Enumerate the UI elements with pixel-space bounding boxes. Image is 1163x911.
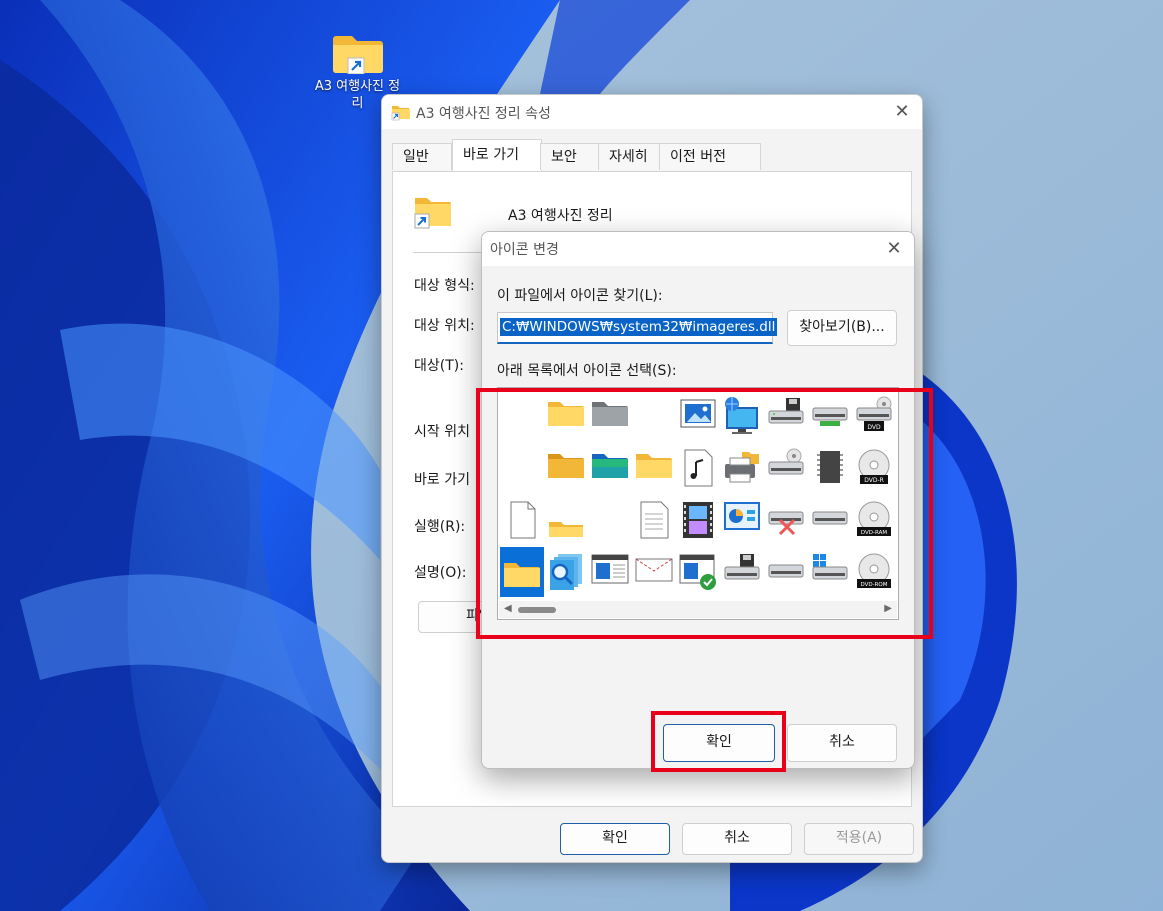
properties-title: A3 여행사진 정리 속성	[416, 106, 551, 122]
target-label: 대상(T):	[414, 358, 464, 374]
tab-details[interactable]: 자세히	[598, 143, 662, 170]
comment-label: 설명(O):	[414, 565, 467, 581]
ok-button[interactable]: 확인	[560, 823, 670, 855]
shortcut-name: A3 여행사진 정리	[508, 208, 613, 224]
tab-previous-versions[interactable]: 이전 버전	[659, 143, 761, 170]
change-icon-titlebar[interactable]: 아이콘 변경 ✕	[482, 232, 914, 266]
run-label: 실행(R):	[414, 519, 466, 535]
file-path-value: C:₩WINDOWS₩system32₩imageres.dll	[500, 318, 778, 336]
tab-shortcut[interactable]: 바로 가기	[452, 139, 542, 171]
ok-button-highlight	[651, 711, 786, 772]
tab-security[interactable]: 보안	[540, 143, 600, 170]
icon-list-label: 아래 목록에서 아이콘 선택(S):	[497, 363, 677, 379]
shortcut-key-label: 바로 가기	[414, 472, 470, 488]
browse-button[interactable]: 찾아보기(B)...	[787, 310, 897, 346]
apply-button[interactable]: 적용(A)	[804, 823, 914, 855]
folder-shortcut-icon	[391, 106, 410, 121]
file-path-input[interactable]: C:₩WINDOWS₩system32₩imageres.dll	[497, 312, 778, 344]
icon-list-highlight	[476, 388, 933, 639]
file-path-label: 이 파일에서 아이콘 찾기(L):	[497, 288, 663, 304]
cancel-button[interactable]: 취소	[682, 823, 792, 855]
target-type-label: 대상 형식:	[414, 278, 475, 294]
folder-shortcut-icon	[332, 36, 383, 74]
change-icon-title: 아이콘 변경	[490, 242, 559, 258]
tab-general[interactable]: 일반	[392, 143, 452, 170]
close-icon[interactable]: ✕	[888, 98, 916, 126]
dialog-cancel-button[interactable]: 취소	[787, 724, 897, 762]
folder-shortcut-icon	[414, 198, 451, 229]
close-icon[interactable]: ✕	[880, 235, 908, 263]
target-location-label: 대상 위치:	[414, 318, 475, 334]
properties-titlebar[interactable]: A3 여행사진 정리 속성 ✕	[382, 95, 922, 129]
start-in-label: 시작 위치	[414, 424, 470, 440]
